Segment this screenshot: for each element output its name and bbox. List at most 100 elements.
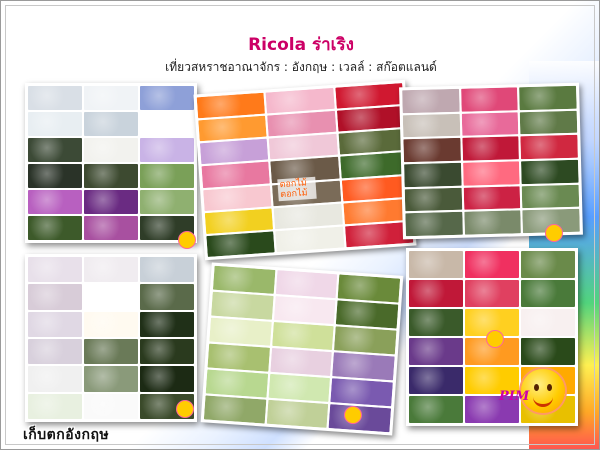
photo-tile [409, 338, 463, 365]
photo-tile [465, 251, 519, 278]
photo-tile [338, 129, 407, 155]
photo-tile [201, 161, 271, 188]
photo-tile [207, 343, 270, 372]
photo-tile [403, 138, 461, 163]
photo-tile [462, 161, 520, 186]
photo-tile [273, 296, 336, 325]
photo-tile [203, 395, 267, 424]
smiley-badge-icon [345, 407, 361, 423]
collage-grid [28, 257, 194, 419]
collage-blossoms [25, 254, 197, 422]
photo-tile [269, 134, 338, 160]
photo-tile [209, 317, 272, 346]
photo-tile [84, 86, 138, 110]
photo-tile [341, 175, 411, 202]
photo-tile [140, 257, 194, 283]
photo-tile [140, 86, 194, 110]
photo-tile [28, 112, 82, 136]
smiley-badge-icon [546, 225, 562, 241]
photo-tile [409, 280, 463, 307]
photo-tile [460, 87, 519, 112]
photo-tile [409, 309, 463, 336]
photo-tile [275, 270, 338, 299]
photo-tile [140, 366, 194, 392]
photo-tile [465, 280, 519, 307]
photo-tile [405, 212, 463, 237]
photo-tile [198, 115, 267, 142]
smiley-badge-icon [177, 401, 193, 417]
photo-tile [409, 251, 463, 278]
collage-gardens [399, 82, 583, 240]
photo-tile [28, 216, 82, 240]
photo-tile [84, 284, 138, 310]
collage-magnolia [200, 262, 404, 436]
collage-grid [196, 83, 414, 257]
photo-tile [28, 393, 82, 419]
photo-tile [265, 87, 335, 114]
mouth-icon [533, 395, 553, 407]
photo-tile [28, 257, 82, 283]
smiley-badge-icon [487, 331, 503, 347]
photo-tile [463, 210, 522, 235]
photo-tile [404, 187, 462, 212]
photo-tile [521, 184, 580, 209]
photo-tile [461, 111, 519, 137]
photo-tile [203, 185, 272, 211]
photo-tile [330, 378, 393, 407]
photo-tile [84, 339, 138, 365]
photo-tile [409, 367, 463, 394]
photo-tile [521, 251, 575, 278]
photo-tile [271, 321, 334, 351]
photo-tile [84, 112, 138, 136]
photo-tile [409, 396, 463, 423]
photo-tile [332, 352, 395, 381]
photo-tile [28, 86, 82, 110]
photo-tile [28, 366, 82, 392]
photo-tile [521, 338, 575, 365]
photo-tile [84, 366, 138, 392]
photo-tile [196, 92, 266, 119]
photo-tile [521, 280, 575, 307]
photo-tile [140, 112, 194, 136]
photo-tile [520, 135, 578, 160]
photo-tile [521, 309, 575, 336]
photo-tile [199, 138, 269, 165]
photo-tile [205, 369, 268, 398]
photo-tile [28, 190, 82, 214]
photo-tile [404, 162, 462, 187]
photo-tile [273, 203, 343, 230]
photo-tile [204, 208, 274, 234]
photo-tile [402, 113, 460, 138]
photo-tile [212, 265, 276, 294]
collage-grid [402, 85, 580, 237]
eye-icon [534, 384, 539, 391]
photo-tile [140, 138, 194, 162]
photo-tile [84, 216, 138, 240]
photo-tile [336, 300, 399, 329]
eye-icon [547, 384, 552, 391]
photo-tile [140, 164, 194, 188]
photo-tile [84, 164, 138, 188]
signature: PIM [499, 389, 530, 404]
collage-grid [203, 265, 401, 433]
bottom-caption: เก็บตกอังกฤษ [23, 427, 110, 443]
collage-roses [193, 79, 417, 261]
photo-tile [140, 311, 194, 337]
photo-tile [334, 326, 397, 355]
photo-tile [268, 373, 331, 402]
photo-tile [462, 136, 520, 161]
photo-tile [269, 347, 333, 377]
poster-frame: Ricola ร่าเริง เที่ยวสหราชอาณาจักร : อัง… [0, 0, 600, 450]
photo-tile [463, 185, 521, 211]
photo-tile [28, 311, 82, 337]
photo-tile [28, 339, 82, 365]
photo-tile [140, 190, 194, 214]
photo-tile [140, 339, 194, 365]
photo-tile [28, 164, 82, 188]
photo-tile [266, 399, 329, 428]
photo-tile [334, 83, 404, 109]
photo-tile [84, 393, 138, 419]
photo-tile [28, 284, 82, 310]
smiley-badge-icon [179, 232, 195, 248]
photo-label: ดอกไม้ ดอกไม้ [277, 176, 317, 202]
